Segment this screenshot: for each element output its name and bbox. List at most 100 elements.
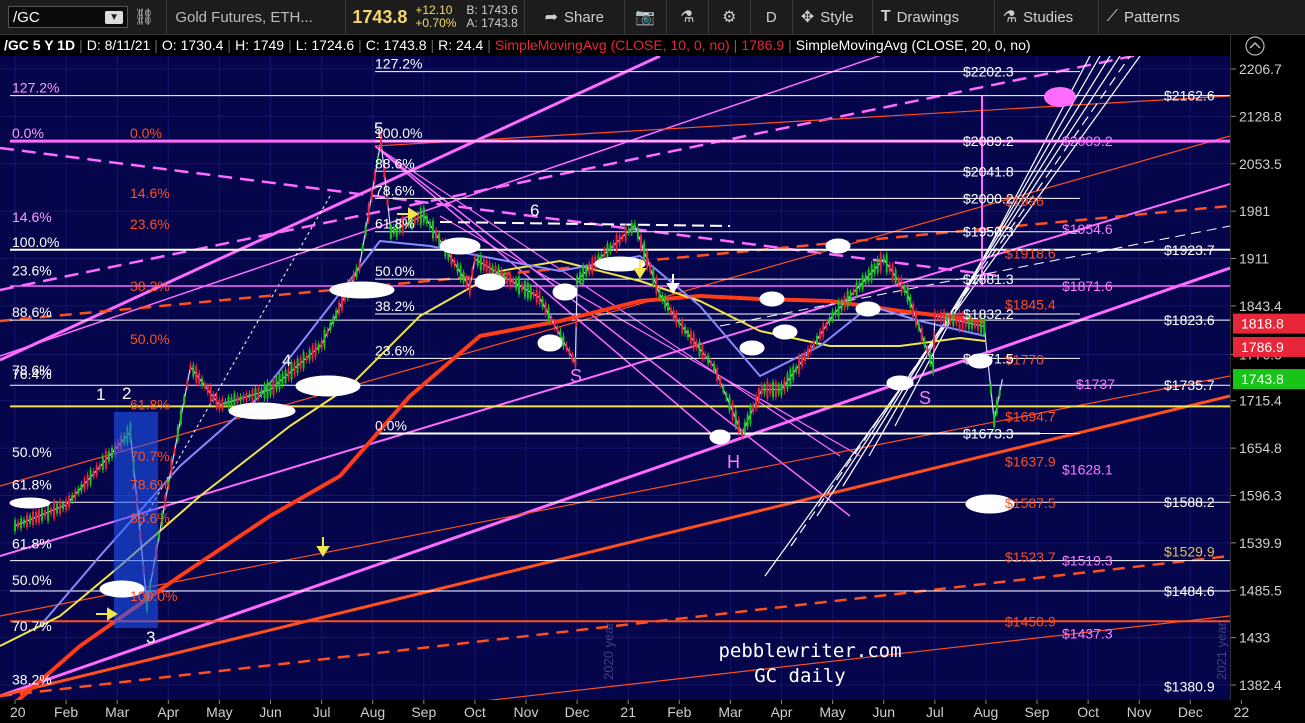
x-tick-label: 22 [1234,704,1250,720]
right-level-label: $1628.1 [1062,462,1113,478]
fib-pct-white: 127.2% [375,56,422,72]
candle-body [923,339,926,347]
share-label: Share [563,8,605,26]
candle-body [526,282,529,299]
candle-body [661,295,664,302]
fib-pct-white: 88.6% [375,155,415,171]
x-tick-label: May [819,704,845,720]
candle-body [305,355,308,361]
flask-icon: ⚗ [680,9,695,26]
candle-body [798,356,801,375]
candle-body [698,341,701,356]
price-axis[interactable]: 2206.72128.82053.5198119111843.41776.617… [1230,35,1305,700]
x-tick-label: Mar [105,704,129,720]
share-button[interactable]: ➦ Share [525,0,625,34]
x-tick-label: Sep [411,704,436,720]
candle-body [633,223,636,228]
candle-body [329,323,332,330]
candle-body [652,268,655,286]
marker-ellipse [772,324,798,340]
candle-body [630,222,633,234]
trading-chart-app: /GC ▼ ⛓ Gold Futures, ETH... 1743.8 +12.… [0,0,1305,723]
symbol-link-icon[interactable]: ⛓ [128,0,166,34]
style-button[interactable]: ✥ Style [793,0,873,34]
candle-body [17,521,20,528]
candle-body [266,382,269,399]
fib-pct-white: 23.6% [375,342,415,358]
candle-body [221,398,224,410]
drawings-button[interactable]: T Drawings [873,0,995,34]
settings-button[interactable]: ⚙ [709,0,751,34]
price-badge-label: 1743.8 [1241,371,1284,387]
save-image-button[interactable]: 📷 [625,0,667,34]
candle-body [296,358,299,374]
candle-body [242,395,245,401]
candle-body [737,419,740,433]
right-level-label: $2162.6 [1164,88,1215,104]
candle-body [35,511,38,523]
candle-body [719,377,722,386]
price-change: +12.10 +0.70% [415,3,457,30]
candle-body [281,373,284,385]
patterns-button[interactable]: ⟋ Patterns [1099,0,1207,34]
candle-body [263,384,266,398]
marker-ellipse [709,429,731,445]
y-tick-label: 1539.9 [1239,535,1282,551]
study-info-line: /GC 5 Y 1D | D: 8/11/21 | O: 1730.4 | H: 17… [0,35,1230,55]
candle-body [435,229,438,239]
studies-flask-button[interactable]: ⚗ [667,0,709,34]
period-button[interactable]: D [751,0,793,34]
candle-body [491,265,494,274]
fib-orange-label: $1918.6 [1005,245,1056,261]
studies-button[interactable]: ⚗ Studies [995,0,1099,34]
candle-body [789,369,792,386]
symbol-selector[interactable]: /GC ▼ [8,6,128,28]
fib-pct-magenta: 100.0% [12,234,59,250]
fib-orange-label: $1694.7 [1005,409,1056,425]
x-tick-label: Jun [872,704,895,720]
candle-body [666,301,669,311]
candle-body [209,385,212,402]
candle-body [870,264,873,281]
candle-body [164,495,167,508]
candle-body [822,323,825,337]
candle-body [774,382,777,397]
candle-body [692,333,695,350]
sma10-label[interactable]: SimpleMovingAvg (CLOSE, 10, 0, no) [491,37,734,53]
candle-body [837,301,840,317]
candle-body [111,447,114,458]
candle-body [995,399,998,414]
collapse-up-icon[interactable] [1245,36,1265,56]
candle-body [170,459,173,476]
candle-body [459,265,462,280]
price-chart[interactable]: pebblewriter.com GC daily 2020 year 2021… [0,56,1230,700]
candle-body [20,518,23,529]
candle-body [195,366,198,383]
bar-open: O: 1730.4 [161,37,224,53]
x-tick-label: 20 [10,704,26,720]
time-axis[interactable]: 20 Feb Mar Apr May Jun Jul Aug Sep Oct Nov Dec 21 Feb… [0,700,1305,723]
candle-body [624,226,627,241]
candle-body [588,263,591,274]
symbol-period: /GC 5 Y 1D [4,37,76,53]
candle-body [183,396,186,405]
y-tick-label: 1654.8 [1239,440,1282,456]
collapse-toggle[interactable] [1245,36,1265,56]
candle-body [86,474,89,487]
wave-label-5: 5 [374,119,383,138]
fib-white-label: $2041.8 [963,163,1014,179]
right-level-label: $1529.9 [1164,543,1215,559]
candle-body [428,221,431,228]
candle-body [203,383,206,389]
candle-body [361,245,364,251]
candle-body [712,363,715,371]
candle-body [287,368,290,379]
y-tick-label: 1843.4 [1239,298,1282,314]
wave-label-3: 3 [146,628,155,647]
candle-body [852,289,855,295]
sma20-label[interactable]: SimpleMovingAvg (CLOSE, 20, 0, no) [792,37,1035,53]
price-badge-label: 1818.8 [1241,316,1284,332]
fib-pct-magenta: 88.6% [12,304,52,320]
marker-ellipse [295,375,361,397]
candle-body [553,322,556,328]
